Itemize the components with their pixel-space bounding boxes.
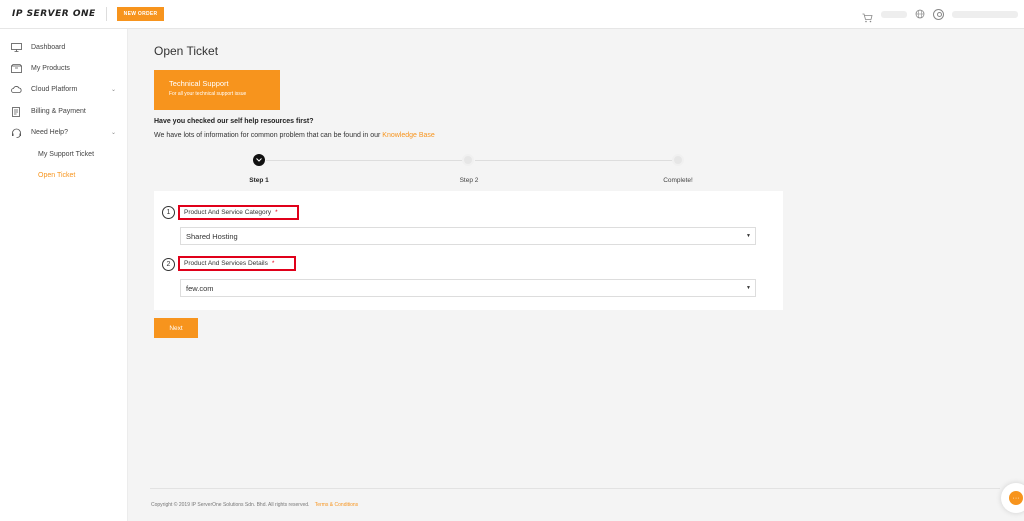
step-connector: [475, 160, 672, 161]
caret-down-icon: ▼: [746, 285, 751, 291]
field-1-label-text: Product And Service Category: [184, 209, 272, 216]
sidebar-item-cloud-platform[interactable]: Cloud Platform ⌄: [0, 79, 128, 99]
sidebar-item-need-help[interactable]: Need Help? ⌄: [0, 122, 128, 142]
field-2-number: 2: [162, 258, 175, 271]
sidebar-item-dashboard[interactable]: Dashboard: [0, 37, 128, 57]
sidebar-item-label: Dashboard: [31, 43, 66, 51]
field-2-label-text: Product And Services Details: [184, 260, 268, 267]
category-subtitle: For all your technical support issue: [169, 91, 247, 97]
user-avatar-icon[interactable]: [933, 9, 944, 20]
step-connector: [266, 160, 462, 161]
sidebar-item-label: Billing & Payment: [31, 107, 86, 115]
help-text: We have lots of information for common p…: [154, 132, 435, 139]
sidebar-subitem-open-ticket[interactable]: Open Ticket: [38, 172, 75, 179]
step-1-indicator: [253, 154, 265, 166]
category-title: Technical Support: [169, 79, 229, 88]
sidebar-item-label: My Products: [31, 64, 70, 72]
footer: Copyright © 2019 IP ServerOne Solutions …: [151, 502, 358, 508]
sidebar-item-billing-payment[interactable]: Billing & Payment: [0, 101, 128, 121]
sidebar-item-label: Cloud Platform: [31, 85, 78, 93]
cloud-icon: [11, 85, 22, 94]
step-1-label: Step 1: [249, 177, 269, 184]
copyright-text: Copyright © 2019 IP ServerOne Solutions …: [151, 502, 310, 508]
receipt-icon: [11, 106, 22, 117]
next-button[interactable]: Next: [154, 318, 198, 338]
chat-widget-button[interactable]: ···: [1001, 483, 1024, 513]
field-1-number: 1: [162, 206, 175, 219]
step-3-indicator: [672, 154, 684, 166]
sidebar: Dashboard My Products Cloud Platform ⌄ B…: [0, 29, 128, 521]
field-1-label: Product And Service Category *: [178, 205, 299, 220]
required-mark: *: [275, 209, 278, 216]
brand-logo[interactable]: IP SERVER ONE: [12, 9, 96, 19]
user-name-placeholder[interactable]: [952, 11, 1018, 18]
step-2-label: Step 2: [459, 177, 479, 184]
box-icon: [11, 63, 22, 73]
select-value: few.com: [186, 283, 214, 293]
chevron-down-icon: ⌄: [111, 129, 117, 136]
knowledge-base-link[interactable]: Knowledge Base: [382, 132, 435, 139]
cart-icon[interactable]: [862, 10, 873, 22]
ticket-category-card[interactable]: Technical Support For all your technical…: [154, 70, 280, 110]
page-title: Open Ticket: [154, 44, 219, 58]
sidebar-item-my-products[interactable]: My Products: [0, 58, 128, 78]
sidebar-item-label: Need Help?: [31, 128, 68, 136]
field-2-label: Product And Services Details *: [178, 256, 296, 271]
headset-icon: [11, 128, 22, 138]
globe-icon[interactable]: [915, 6, 925, 24]
help-question: Have you checked our self help resources…: [154, 118, 314, 125]
monitor-icon: [11, 42, 22, 52]
step-3-label: Complete!: [663, 177, 693, 184]
chevron-down-icon: ⌄: [111, 86, 117, 93]
sidebar-subitem-my-support-ticket[interactable]: My Support Ticket: [38, 151, 94, 158]
help-text-body: We have lots of information for common p…: [154, 132, 381, 139]
caret-down-icon: ▼: [746, 233, 751, 239]
required-mark: *: [271, 260, 275, 267]
cart-count-placeholder: [881, 11, 907, 18]
step-2-indicator: [462, 154, 474, 166]
logo-divider: [105, 7, 107, 21]
footer-divider: [150, 488, 1000, 489]
chat-icon: ···: [1009, 491, 1023, 505]
product-service-category-select[interactable]: Shared Hosting ▼: [180, 227, 756, 245]
new-order-button[interactable]: NEW ORDER: [116, 7, 165, 21]
terms-link[interactable]: Terms & Conditions: [315, 502, 358, 508]
chevron-down-icon: [256, 158, 262, 162]
select-value: Shared Hosting: [186, 231, 238, 241]
top-right-actions: [862, 0, 1018, 29]
product-services-details-select[interactable]: few.com ▼: [180, 279, 756, 297]
top-bar: IP SERVER ONE NEW ORDER: [0, 0, 1024, 29]
